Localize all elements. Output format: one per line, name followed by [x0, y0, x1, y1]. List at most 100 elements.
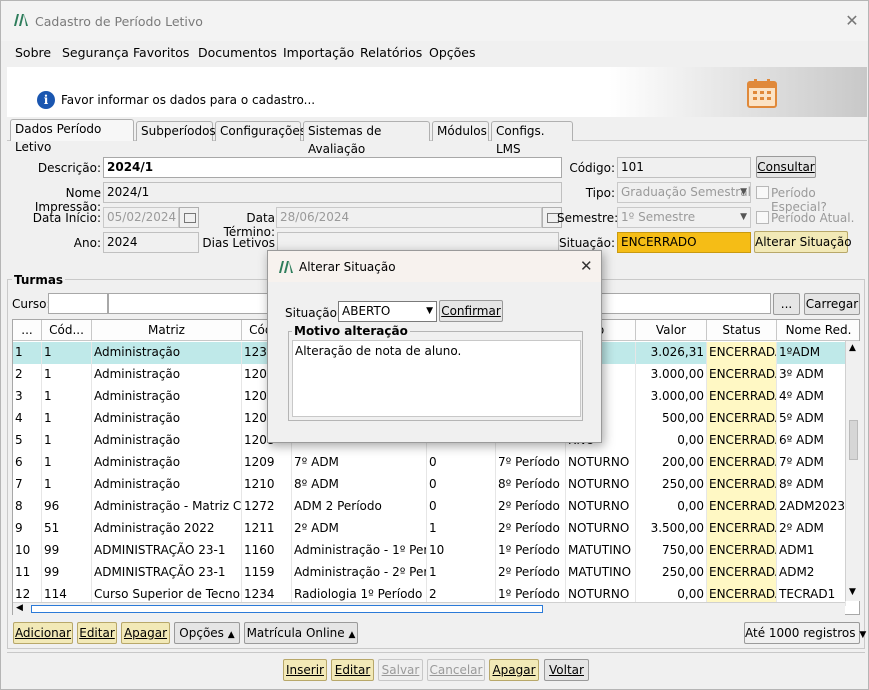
- table-cell: NOTURNO: [566, 496, 636, 518]
- voltar-button[interactable]: Voltar: [544, 659, 589, 681]
- salvar-button[interactable]: Salvar: [378, 659, 423, 681]
- table-cell: Administração: [92, 342, 242, 364]
- dialog-title: Alterar Situação: [299, 260, 396, 274]
- menu-relatorios[interactable]: Relatórios: [360, 45, 422, 60]
- table-cell: 6: [13, 452, 42, 474]
- table-cell: ADM2: [777, 562, 846, 584]
- calendar-icon: [747, 79, 777, 108]
- tipo-select[interactable]: Graduação Semestral ▼: [617, 182, 751, 203]
- table-row[interactable]: 9 51 Administração 2022 1211 2º ADM 1 2º Perío…: [13, 518, 846, 540]
- editar-turma-button[interactable]: Editar: [77, 622, 117, 644]
- apagar-button[interactable]: Apagar: [489, 659, 539, 681]
- periodo-atual-checkbox[interactable]: [756, 211, 769, 224]
- adicionar-button[interactable]: Adicionar: [13, 622, 73, 644]
- turmas-group-title: Turmas: [12, 273, 66, 287]
- tab-sistemas-avaliacao[interactable]: Sistemas de Avaliação: [303, 121, 430, 156]
- table-cell: 2º Período: [496, 562, 566, 584]
- tab-subperiodos[interactable]: Subperíodos: [136, 121, 216, 141]
- table-cell: 1210: [242, 474, 292, 496]
- table-cell: 250,00: [636, 562, 707, 584]
- grid-horizontal-scrollbar[interactable]: ◀: [13, 602, 845, 615]
- table-cell: ENCERRADA: [707, 386, 777, 408]
- table-row[interactable]: 11 99 ADMINISTRAÇÃO 23-1 1159 Administração …: [13, 562, 846, 584]
- motivo-textarea[interactable]: Alteração de nota de aluno.: [292, 340, 581, 417]
- table-cell: ENCERRADA: [707, 540, 777, 562]
- cancelar-button[interactable]: Cancelar: [427, 659, 485, 681]
- table-cell: ENCERRADA: [707, 342, 777, 364]
- inserir-button[interactable]: Inserir: [283, 659, 327, 681]
- inserir-label: Inserir: [286, 663, 324, 677]
- table-cell: Administração - 2º Perí...: [292, 562, 427, 584]
- scroll-left-icon[interactable]: ◀: [16, 603, 23, 613]
- data-inicio-calendar-button[interactable]: [179, 207, 199, 228]
- menu-documentos[interactable]: Documentos: [198, 45, 277, 60]
- consultar-button[interactable]: Consultar: [756, 156, 816, 178]
- column-header[interactable]: ...: [13, 320, 42, 341]
- nome-impressao-field[interactable]: 2024/1: [103, 182, 562, 203]
- menu-importacao[interactable]: Importação: [283, 45, 354, 60]
- curso-label: Curso:: [12, 297, 51, 311]
- table-cell: MATUTINO: [566, 540, 636, 562]
- table-cell: ENCERRADA: [707, 474, 777, 496]
- table-cell: Administração: [92, 386, 242, 408]
- data-termino-label: Data Término:: [223, 211, 275, 239]
- scroll-up-icon[interactable]: ▲: [849, 343, 856, 353]
- grid-vertical-scrollbar[interactable]: ▲ ▼: [845, 341, 860, 601]
- registros-select[interactable]: Até 1000 registros ▼: [744, 622, 866, 644]
- semestre-label: Semestre:: [557, 211, 619, 225]
- dialog-situacao-select[interactable]: ABERTO ▼: [338, 301, 437, 322]
- menu-sobre[interactable]: Sobre: [15, 45, 51, 60]
- column-header[interactable]: Matriz: [92, 320, 242, 341]
- opcoes-dropdown-button[interactable]: Opções ▲: [174, 622, 240, 644]
- editar-button[interactable]: Editar: [331, 659, 374, 681]
- column-header[interactable]: Status: [707, 320, 777, 341]
- periodo-especial-checkbox[interactable]: [756, 186, 769, 199]
- table-cell: 8: [13, 496, 42, 518]
- table-row[interactable]: 8 96 Administração - Matriz C... 1272 ADM 2 …: [13, 496, 846, 518]
- table-row[interactable]: 10 99 ADMINISTRAÇÃO 23-1 1160 Administração …: [13, 540, 846, 562]
- apagar-turma-button[interactable]: Apagar: [121, 622, 170, 644]
- tab-configs-lms[interactable]: Configs. LMS: [491, 121, 573, 156]
- column-header[interactable]: Cód...: [42, 320, 92, 341]
- table-cell: 1272: [242, 496, 292, 518]
- matricula-online-button[interactable]: Matrícula Online ▲: [244, 622, 358, 644]
- curso-code-field[interactable]: [48, 293, 108, 314]
- column-header[interactable]: Valor: [636, 320, 707, 341]
- table-cell: NOTURNO: [566, 474, 636, 496]
- hscroll-thumb[interactable]: [31, 605, 543, 613]
- table-cell: Administração: [92, 408, 242, 430]
- dialog-title-bar: Alterar Situação ✕: [268, 251, 601, 282]
- alterar-situacao-button[interactable]: Alterar Situação: [754, 231, 852, 253]
- tab-modulos[interactable]: Módulos: [432, 121, 489, 141]
- table-row[interactable]: 6 1 Administração 1209 7º ADM 0 7º Período NOTU…: [13, 452, 846, 474]
- chevron-down-icon: ▼: [859, 630, 867, 640]
- tipo-value: Graduação Semestral: [621, 185, 751, 199]
- data-inicio-field[interactable]: 05/02/2024: [103, 207, 179, 228]
- codigo-field[interactable]: 101: [617, 157, 751, 178]
- menu-opcoes[interactable]: Opções: [429, 45, 476, 60]
- tab-configuracoes[interactable]: Configurações: [215, 121, 306, 141]
- column-header[interactable]: Nome Red.: [777, 320, 859, 341]
- nome-impressao-label: Nome Impressão:: [34, 186, 101, 214]
- ano-field[interactable]: 2024: [103, 232, 199, 253]
- table-cell: ENCERRADA: [707, 408, 777, 430]
- table-cell: Administração - 1º Perí...: [292, 540, 427, 562]
- confirmar-button[interactable]: Confirmar: [439, 300, 503, 322]
- scroll-down-icon[interactable]: ▼: [849, 587, 856, 597]
- table-cell: ADMINISTRAÇÃO 23-1: [92, 562, 242, 584]
- chevron-up-icon: ▲: [348, 630, 356, 640]
- semestre-select[interactable]: 1º Semestre ▼: [617, 207, 751, 228]
- close-icon[interactable]: ✕: [580, 257, 593, 275]
- carregar-button[interactable]: Carregar: [804, 293, 860, 315]
- close-icon[interactable]: ✕: [844, 13, 860, 29]
- menu-seguranca[interactable]: Segurança: [62, 45, 129, 60]
- table-cell: 1160: [242, 540, 292, 562]
- curso-lookup-button[interactable]: ...: [773, 293, 800, 315]
- periodo-atual-label: Período Atual.: [771, 211, 855, 225]
- data-termino-field[interactable]: 28/06/2024: [276, 207, 542, 228]
- menu-favoritos[interactable]: Favoritos: [133, 45, 189, 60]
- scroll-thumb[interactable]: [849, 420, 858, 460]
- table-row[interactable]: 7 1 Administração 1210 8º ADM 0 8º Período NOTU…: [13, 474, 846, 496]
- descricao-field[interactable]: 2024/1: [103, 157, 562, 178]
- tab-dados-periodo-letivo[interactable]: Dados Período Letivo: [10, 119, 134, 154]
